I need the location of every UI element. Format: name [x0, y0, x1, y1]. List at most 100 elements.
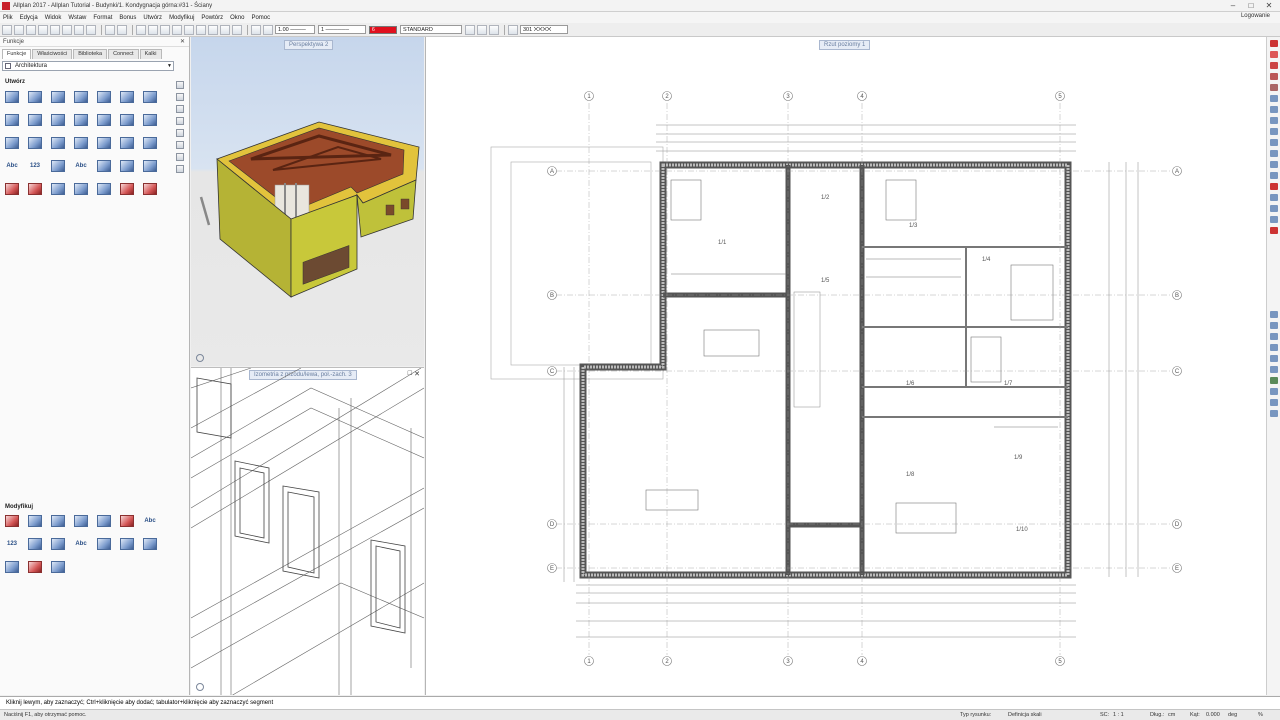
modify-label-button[interactable]: Abc [74, 538, 88, 550]
modify-text-button[interactable]: Abc [143, 515, 157, 527]
break-icon[interactable] [1270, 172, 1278, 179]
eyedropper-icon[interactable] [477, 24, 487, 35]
finish-icon[interactable] [143, 160, 157, 172]
join-icon[interactable] [1270, 161, 1278, 168]
line-type-select[interactable]: 1 ────── [318, 25, 366, 34]
delete-icon[interactable] [184, 24, 194, 35]
tab-library[interactable]: Biblioteka [73, 49, 108, 59]
stair-tool-icon[interactable] [176, 117, 184, 125]
pen-color-select[interactable]: 6 [369, 25, 397, 34]
tab-functions[interactable]: Funkcje [2, 49, 32, 59]
move-icon[interactable] [196, 24, 206, 35]
zoom-window-icon[interactable] [1270, 333, 1278, 340]
hatch-select[interactable]: 301 ⨉⨉⨉⨉ [520, 25, 568, 34]
tab-properties[interactable]: Właściwości [32, 49, 73, 59]
slab-tool-icon[interactable] [176, 129, 184, 137]
modify-axis-icon[interactable] [5, 515, 19, 527]
railing-icon[interactable] [120, 137, 134, 149]
search-icon[interactable] [176, 81, 184, 89]
modify-stair-icon[interactable] [143, 538, 157, 550]
slab-icon[interactable] [120, 91, 134, 103]
rotate-icon[interactable] [208, 24, 218, 35]
chamfer-icon[interactable] [1270, 150, 1278, 157]
layer-status-icon[interactable] [1270, 377, 1278, 384]
menu-bonus[interactable]: Bonus [119, 15, 136, 21]
redo-icon[interactable] [117, 24, 127, 35]
furniture-icon[interactable] [143, 137, 157, 149]
close-button[interactable]: ✕ [1260, 0, 1278, 12]
menu-edit[interactable]: Edycja [20, 15, 38, 21]
menu-create[interactable]: Utwórz [143, 15, 162, 21]
modify-opening-icon[interactable] [28, 538, 42, 550]
print-icon[interactable] [74, 24, 84, 35]
navigation-cube-icon[interactable] [196, 683, 204, 691]
modify-roof-icon[interactable] [51, 538, 65, 550]
shading-icon[interactable] [97, 183, 111, 195]
door-icon[interactable] [28, 114, 42, 126]
dimension-tool-button[interactable]: 123 [28, 160, 42, 172]
pattern-icon[interactable] [1270, 194, 1278, 201]
insulation-icon[interactable] [143, 183, 157, 195]
modify-offset-icon[interactable] [74, 515, 88, 527]
lintel-icon[interactable] [51, 183, 65, 195]
modify-dimension-button[interactable]: 123 [5, 538, 19, 550]
draw-polyline-icon[interactable] [1270, 51, 1278, 58]
join-walls-icon[interactable] [97, 515, 111, 527]
minimize-button[interactable]: – [1224, 0, 1242, 12]
view-3d-icon[interactable] [1270, 366, 1278, 373]
cut-icon[interactable] [148, 24, 158, 35]
snap-icon[interactable] [1270, 399, 1278, 406]
straight-wall-icon[interactable] [5, 91, 19, 103]
ramp-icon[interactable] [28, 137, 42, 149]
open-file-icon[interactable] [26, 24, 36, 35]
hatch-icon[interactable] [508, 24, 518, 35]
menu-repeat[interactable]: Powtórz [201, 15, 223, 21]
beam-icon[interactable] [97, 91, 111, 103]
save-icon[interactable] [50, 24, 60, 35]
label-tool-button[interactable]: Abc [74, 160, 88, 172]
zoom-out-icon[interactable] [1270, 322, 1278, 329]
fillet-icon[interactable] [1270, 139, 1278, 146]
opening-tool-icon[interactable] [176, 165, 184, 173]
copy-icon[interactable] [160, 24, 170, 35]
open-project-icon[interactable] [14, 24, 24, 35]
roof-tool-icon[interactable] [176, 105, 184, 113]
plot-icon[interactable] [62, 24, 72, 35]
modify-heights-icon[interactable] [51, 515, 65, 527]
transfer-properties-icon[interactable] [97, 538, 111, 550]
fillet-icon[interactable] [5, 561, 19, 573]
pin-icon[interactable]: ✕ [180, 38, 185, 45]
menu-file[interactable]: Plik [3, 15, 13, 21]
menu-insert[interactable]: Wstaw [68, 15, 86, 21]
grid-icon[interactable] [51, 160, 65, 172]
angle-value[interactable]: 0.000 [1206, 710, 1220, 720]
section-icon[interactable] [5, 183, 19, 195]
draw-rectangle-icon[interactable] [1270, 62, 1278, 69]
pen-icon[interactable] [251, 24, 261, 35]
layers-icon[interactable] [136, 24, 146, 35]
perspective-view[interactable]: Perspektywa 2 [191, 37, 424, 366]
draw-line-icon[interactable] [1270, 40, 1278, 47]
undo-icon[interactable] [105, 24, 115, 35]
skylight-icon[interactable] [97, 137, 111, 149]
format-properties-icon[interactable] [465, 24, 475, 35]
zoom-in-icon[interactable] [1270, 311, 1278, 318]
opening-icon[interactable] [120, 114, 134, 126]
modify-layers-icon[interactable] [28, 515, 42, 527]
pan-icon[interactable] [1270, 344, 1278, 351]
upstand-icon[interactable] [74, 91, 88, 103]
dormer-icon[interactable] [74, 137, 88, 149]
line-thickness-select[interactable]: 1.00 ──── [275, 25, 315, 34]
linetype-icon[interactable] [263, 24, 273, 35]
modify-room-icon[interactable] [120, 538, 134, 550]
regenerate-icon[interactable] [1270, 355, 1278, 362]
slab-opening-icon[interactable] [143, 114, 157, 126]
extend-icon[interactable] [1270, 117, 1278, 124]
stair-icon[interactable] [5, 137, 19, 149]
length-unit[interactable]: cm [1168, 710, 1175, 720]
tab-layers[interactable]: Kalki [139, 49, 162, 59]
recess-icon[interactable] [97, 114, 111, 126]
column-tool-icon[interactable] [176, 141, 184, 149]
curved-wall-icon[interactable] [28, 91, 42, 103]
drawing-type-value[interactable]: Definicja skali [1008, 710, 1042, 720]
